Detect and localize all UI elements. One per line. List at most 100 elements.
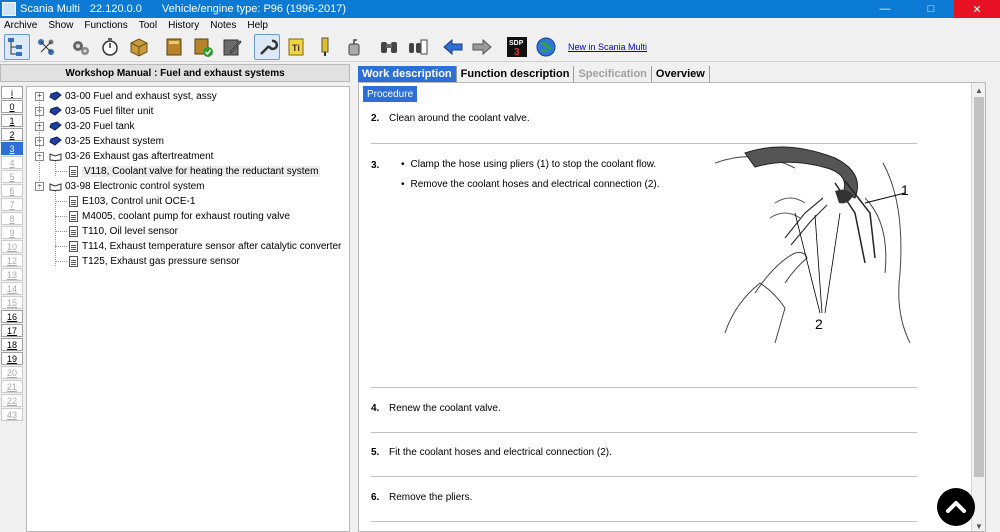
oil-can-button[interactable] <box>341 34 367 60</box>
book-check-icon <box>194 38 213 57</box>
tree-document-item[interactable]: E103, Control unit OCE-1 <box>69 194 195 208</box>
level-button[interactable]: 3 <box>1 142 23 155</box>
minimize-button[interactable]: — <box>862 0 908 18</box>
sdp-number: 3 <box>514 47 520 58</box>
level-button[interactable]: 19 <box>1 352 23 365</box>
step-4: 4. Renew the coolant valve. <box>371 403 501 414</box>
tree-connector-line <box>55 171 67 172</box>
step-text: Remove the pliers. <box>389 492 473 503</box>
step-number: 6. <box>371 492 380 503</box>
menu-notes[interactable]: Notes <box>210 20 236 31</box>
callout-1: 1 <box>901 182 909 198</box>
divider <box>371 387 917 388</box>
scroll-to-top-button[interactable] <box>937 488 975 526</box>
menu-show[interactable]: Show <box>48 20 73 31</box>
binoculars-document-icon <box>409 39 428 54</box>
circuit-diagram-button[interactable] <box>33 34 59 60</box>
box-icon <box>130 37 148 57</box>
level-button: 8 <box>1 212 23 225</box>
level-button[interactable]: 0 <box>1 100 23 113</box>
vertical-scrollbar[interactable]: ▲ ▼ <box>971 83 985 531</box>
back-button[interactable] <box>440 34 466 60</box>
tree-item-label: T114, Exhaust temperature sensor after c… <box>82 240 342 252</box>
tree-document-item[interactable]: V118, Coolant valve for heating the redu… <box>69 164 321 178</box>
scroll-up-arrow-icon[interactable]: ▲ <box>972 83 985 97</box>
scroll-down-arrow-icon[interactable]: ▼ <box>972 519 985 531</box>
level-button[interactable]: 17 <box>1 324 23 337</box>
tab-function-description[interactable]: Function description <box>457 66 575 82</box>
tree-connector-line <box>55 246 67 247</box>
tree-item-label: 03-26 Exhaust gas aftertreatment <box>65 150 214 162</box>
level-button: 5 <box>1 170 23 183</box>
tree-document-item[interactable]: T114, Exhaust temperature sensor after c… <box>69 239 341 253</box>
tree-folder-item[interactable]: −03-26 Exhaust gas aftertreatment <box>35 149 213 163</box>
tree-item-label: M4005, coolant pump for exhaust routing … <box>82 210 290 222</box>
tree-connector-line <box>55 161 56 176</box>
content-panel: Work description Function description Sp… <box>354 64 1000 532</box>
tool-wrench-button[interactable] <box>254 33 280 60</box>
tree-item-label: 03-98 Electronic control system <box>65 180 205 192</box>
menu-bar: Archive Show Functions Tool History Note… <box>0 18 1000 32</box>
menu-tool[interactable]: Tool <box>139 20 157 31</box>
level-button[interactable]: 18 <box>1 338 23 351</box>
tree-document-item[interactable]: M4005, coolant pump for exhaust routing … <box>69 209 290 223</box>
scroll-thumb[interactable] <box>974 97 984 477</box>
sdp3-button[interactable]: SDP 3 <box>504 34 530 60</box>
stopwatch-button[interactable] <box>97 34 123 60</box>
book-check-button[interactable] <box>190 34 216 60</box>
internet-button[interactable] <box>533 34 559 60</box>
document-icon <box>69 240 78 252</box>
menu-functions[interactable]: Functions <box>84 20 127 31</box>
level-button[interactable]: 1 <box>1 114 23 127</box>
technical-info-button[interactable]: Ti <box>283 34 309 60</box>
circuit-icon <box>38 38 54 55</box>
tree-item-label: T110, Oil level sensor <box>82 225 178 237</box>
closed-book-icon <box>49 136 62 146</box>
tree-folder-item[interactable]: +03-25 Exhaust system <box>35 134 164 148</box>
level-button[interactable]: 16 <box>1 310 23 323</box>
document-icon <box>69 255 78 267</box>
procedure-tab[interactable]: Procedure <box>363 86 418 102</box>
menu-archive[interactable]: Archive <box>4 20 37 31</box>
measure-tool-button[interactable] <box>312 34 338 60</box>
step-number: 4. <box>371 403 380 414</box>
tree-folder-item[interactable]: +03-05 Fuel filter unit <box>35 104 153 118</box>
document-icon <box>69 210 78 222</box>
tree-folder-item[interactable]: +03-20 Fuel tank <box>35 119 135 133</box>
new-in-scania-multi-link[interactable]: New in Scania Multi <box>568 42 647 52</box>
gears-icon <box>73 40 89 55</box>
level-button: 21 <box>1 380 23 393</box>
level-button[interactable]: i <box>1 86 23 99</box>
tab-work-description[interactable]: Work description <box>358 66 457 82</box>
workshop-manual-tree-button[interactable] <box>4 33 30 60</box>
tree-connector-line <box>55 191 56 266</box>
closed-book-icon <box>49 106 62 116</box>
chevron-up-icon <box>946 501 966 513</box>
tree-document-item[interactable]: T125, Exhaust gas pressure sensor <box>69 254 240 268</box>
level-button: 7 <box>1 198 23 211</box>
document-icon <box>69 225 78 237</box>
forward-button[interactable] <box>469 34 495 60</box>
maximize-button[interactable]: □ <box>908 0 954 18</box>
level-button: 22 <box>1 394 23 407</box>
tree-folder-item[interactable]: +03-00 Fuel and exhaust syst, assy <box>35 89 217 103</box>
binoculars-button[interactable] <box>376 34 402 60</box>
menu-help[interactable]: Help <box>247 20 268 31</box>
closed-book-icon <box>49 91 62 101</box>
open-book-icon <box>49 153 62 161</box>
tree-document-item[interactable]: T110, Oil level sensor <box>69 224 178 238</box>
level-button[interactable]: 2 <box>1 128 23 141</box>
book-button[interactable] <box>161 34 187 60</box>
step-number: 3. <box>371 160 380 171</box>
level-button: 9 <box>1 226 23 239</box>
gears-button[interactable] <box>68 34 94 60</box>
binoculars-document-button[interactable] <box>405 34 431 60</box>
close-button[interactable]: ✕ <box>954 0 1000 18</box>
globe-icon <box>536 37 556 56</box>
menu-history[interactable]: History <box>168 20 199 31</box>
level-button: 12 <box>1 254 23 267</box>
tab-overview[interactable]: Overview <box>652 66 710 82</box>
parts-box-button[interactable] <box>126 34 152 60</box>
book-edit-button[interactable] <box>219 34 245 60</box>
tree-folder-item[interactable]: −03-98 Electronic control system <box>35 179 205 193</box>
